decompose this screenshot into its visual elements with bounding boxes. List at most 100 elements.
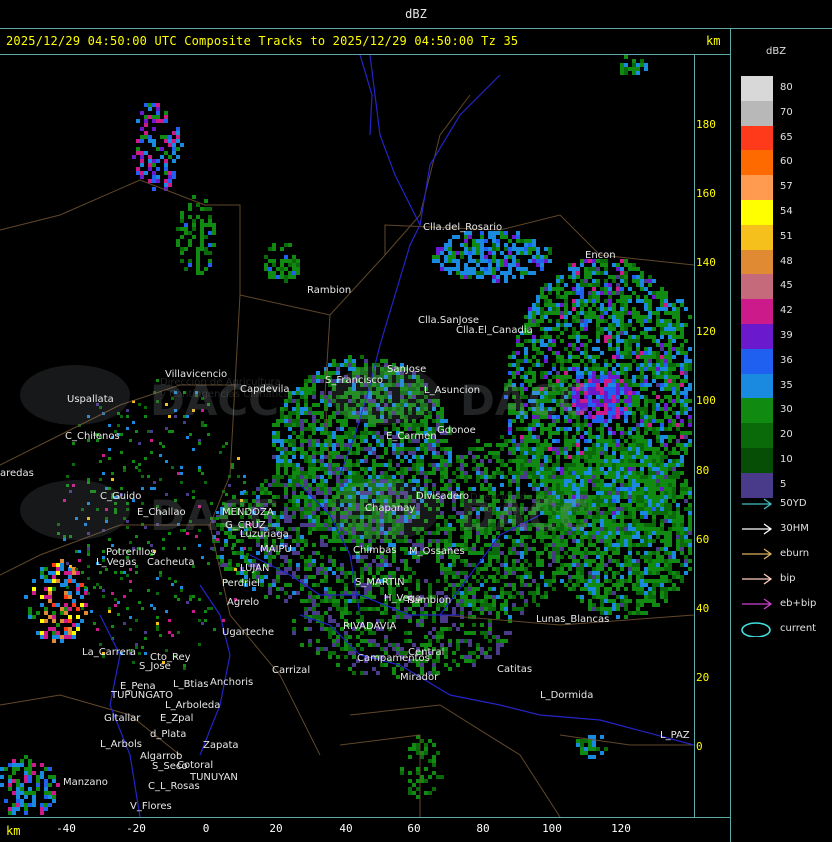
radar-echo-pixel — [652, 527, 656, 531]
radar-echo-pixel — [516, 591, 520, 595]
radar-echo-pixel — [636, 363, 640, 367]
radar-echo-pixel — [572, 467, 576, 471]
radar-echo-pixel — [648, 507, 652, 511]
radar-echo-pixel — [660, 455, 664, 459]
radar-echo-pixel — [636, 559, 640, 563]
radar-echo-pixel — [436, 531, 440, 535]
radar-echo-pixel — [620, 479, 624, 483]
radar-echo-pixel — [592, 575, 596, 579]
radar-echo-pixel — [564, 299, 568, 303]
radar-echo-pixel — [440, 571, 444, 575]
radar-echo-pixel — [432, 539, 436, 543]
radar-echo-pixel — [612, 315, 616, 319]
radar-echo-pixel — [688, 495, 692, 499]
radar-echo-pixel — [608, 567, 612, 571]
radar-map[interactable]: DACC Dirección de Agricultura y Continge… — [0, 55, 694, 817]
radar-echo-pixel — [548, 343, 552, 347]
radar-echo-pixel — [628, 475, 632, 479]
radar-echo-pixel — [496, 567, 500, 571]
radar-echo-pixel — [452, 571, 456, 575]
radar-echo-pixel — [608, 295, 612, 299]
radar-echo-pixel — [580, 259, 584, 263]
radar-echo-pixel — [504, 583, 508, 587]
radar-echo-pixel — [612, 547, 616, 551]
radar-echo-pixel — [680, 403, 684, 407]
radar-echo-pixel — [580, 463, 584, 467]
radar-echo-pixel — [636, 443, 640, 447]
radar-echo-pixel — [652, 503, 656, 507]
radar-echo-pixel — [608, 523, 612, 527]
radar-echo-pixel — [584, 467, 588, 471]
radar-echo-pixel — [648, 531, 652, 535]
radar-echo-pixel — [592, 475, 596, 479]
radar-echo-pixel — [488, 475, 492, 479]
radar-echo-pixel — [660, 295, 664, 299]
radar-echo-pixel — [656, 323, 660, 327]
radar-echo-pixel — [652, 531, 656, 535]
radar-echo-pixel — [608, 559, 612, 563]
radar-echo-pixel — [596, 327, 600, 331]
radar-echo-pixel — [532, 315, 536, 319]
radar-echo-pixel — [580, 295, 584, 299]
radar-echo-pixel — [592, 519, 596, 523]
radar-echo-pixel — [444, 539, 448, 543]
radar-echo-pixel — [540, 467, 544, 471]
radar-echo-pixel — [664, 487, 668, 491]
radar-echo-pixel — [532, 579, 536, 583]
radar-echo-pixel — [524, 471, 528, 475]
radar-echo-pixel — [472, 543, 476, 547]
radar-echo-pixel — [536, 363, 540, 367]
radar-echo-pixel — [664, 511, 668, 515]
radar-echo-pixel — [676, 523, 680, 527]
radar-echo-pixel — [592, 591, 596, 595]
radar-echo-pixel — [576, 431, 580, 435]
radar-echo-pixel — [664, 519, 668, 523]
radar-echo-pixel — [552, 471, 556, 475]
radar-echo-pixel — [540, 451, 544, 455]
radar-echo-pixel — [596, 447, 600, 451]
radar-echo-pixel — [648, 351, 652, 355]
radar-echo-pixel — [512, 451, 516, 455]
radar-echo-pixel — [588, 467, 592, 471]
radar-echo-pixel — [588, 315, 592, 319]
radar-echo-pixel — [572, 315, 576, 319]
radar-echo-pixel — [688, 519, 692, 523]
radar-echo-pixel — [532, 439, 536, 443]
radar-echo-pixel — [656, 435, 660, 439]
radar-echo-pixel — [628, 479, 632, 483]
radar-echo-pixel — [632, 611, 636, 615]
radar-echo-pixel — [620, 515, 624, 519]
radar-echo-pixel — [604, 263, 608, 267]
radar-echo-pixel — [648, 419, 652, 423]
radar-echo-pixel — [536, 451, 540, 455]
radar-echo-pixel — [660, 579, 664, 583]
radar-echo-pixel — [444, 575, 448, 579]
radar-echo-pixel — [664, 447, 668, 451]
radar-echo-pixel — [616, 487, 620, 491]
radar-echo-pixel — [596, 299, 600, 303]
radar-echo-pixel — [588, 543, 592, 547]
radar-echo-pixel — [616, 355, 620, 359]
radar-echo-pixel — [660, 479, 664, 483]
radar-echo-pixel — [616, 559, 620, 563]
radar-echo-pixel — [604, 443, 608, 447]
radar-echo-pixel — [636, 315, 640, 319]
radar-echo-pixel — [596, 435, 600, 439]
radar-echo-pixel — [512, 443, 516, 447]
radar-echo-pixel — [624, 403, 628, 407]
radar-echo-pixel — [448, 571, 452, 575]
radar-echo-pixel — [544, 311, 548, 315]
radar-echo-pixel — [608, 275, 612, 279]
radar-echo-pixel — [656, 431, 660, 435]
radar-echo-pixel — [576, 463, 580, 467]
radar-echo-pixel — [628, 431, 632, 435]
radar-echo-pixel — [620, 363, 624, 367]
radar-echo-pixel — [540, 307, 544, 311]
radar-echo-pixel — [676, 547, 680, 551]
radar-echo-pixel — [448, 563, 452, 567]
radar-echo-pixel — [536, 603, 540, 607]
radar-echo-pixel — [572, 355, 576, 359]
radar-echo-pixel — [636, 395, 640, 399]
radar-echo-pixel — [584, 563, 588, 567]
radar-echo-pixel — [640, 355, 644, 359]
